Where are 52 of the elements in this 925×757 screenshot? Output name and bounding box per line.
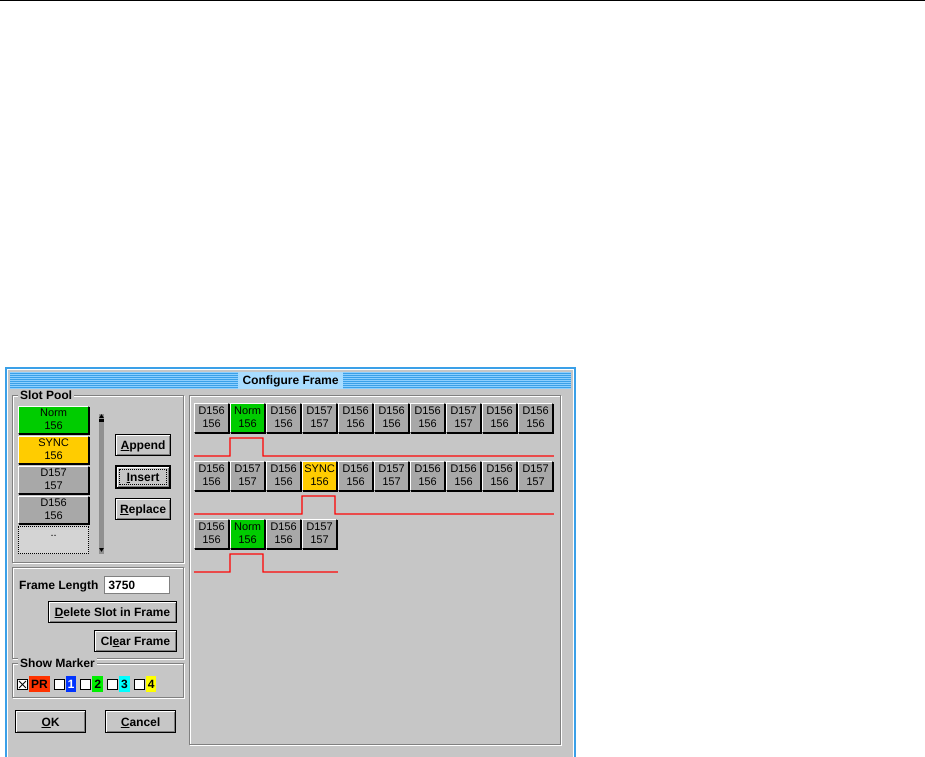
frame-length-field[interactable]: 3750 bbox=[104, 576, 170, 594]
pool-slot[interactable]: .. bbox=[18, 526, 89, 554]
frame-button[interactable]: Clear Frame bbox=[94, 630, 177, 652]
pool-slot[interactable]: D157 157 bbox=[18, 466, 89, 494]
frame-slot[interactable]: D156 156 bbox=[194, 403, 229, 433]
group-title: Show Marker bbox=[18, 657, 97, 670]
frame-slot[interactable]: D157 157 bbox=[302, 519, 337, 549]
frame-slot[interactable]: SYNC 156 bbox=[302, 461, 337, 491]
frame-slot[interactable]: D156 156 bbox=[410, 403, 445, 433]
dialog-button[interactable]: OK bbox=[15, 710, 86, 733]
frame-slot[interactable]: D156 156 bbox=[266, 461, 301, 491]
marker-label: 2 bbox=[92, 676, 104, 692]
checkbox[interactable] bbox=[134, 678, 145, 690]
checkbox[interactable] bbox=[80, 678, 92, 690]
frame-slot[interactable]: D156 156 bbox=[482, 403, 517, 433]
frame-slot[interactable]: D156 156 bbox=[338, 403, 373, 433]
pool-button[interactable]: Append bbox=[115, 434, 172, 456]
frame-slot[interactable]: D156 156 bbox=[518, 403, 553, 433]
frame-slot[interactable]: D156 156 bbox=[266, 519, 301, 549]
frame-slot[interactable]: D156 156 bbox=[194, 519, 229, 549]
frame-slot[interactable]: Norm 156 bbox=[230, 519, 265, 549]
frame-slot[interactable]: D156 156 bbox=[338, 461, 373, 491]
frame-slot[interactable]: D156 156 bbox=[410, 461, 445, 491]
frame-slot[interactable]: D157 157 bbox=[518, 461, 553, 491]
marker-label: 1 bbox=[66, 676, 76, 692]
frame-length-label: Frame Length bbox=[19, 578, 98, 592]
pool-slot[interactable]: Norm 156 bbox=[18, 406, 89, 434]
pool-button[interactable]: Insert bbox=[115, 465, 172, 489]
frame-slot[interactable]: Norm 156 bbox=[230, 403, 265, 433]
frame-slot[interactable]: D157 157 bbox=[230, 461, 265, 491]
marker-label: 4 bbox=[146, 676, 156, 692]
pool-slot[interactable]: D156 156 bbox=[18, 496, 89, 524]
window-title: Configure Frame bbox=[238, 372, 342, 389]
frame-slot[interactable]: D157 157 bbox=[302, 403, 337, 433]
checkbox[interactable] bbox=[107, 678, 118, 690]
frame-slot[interactable]: D156 156 bbox=[374, 403, 409, 433]
frame-slot[interactable]: D156 156 bbox=[482, 461, 517, 491]
scrollbar[interactable] bbox=[98, 414, 105, 554]
marker-label: 3 bbox=[119, 676, 130, 692]
frame-slot[interactable]: D157 157 bbox=[374, 461, 409, 491]
dialog-button[interactable]: Cancel bbox=[105, 710, 176, 733]
frame-slot[interactable]: D156 156 bbox=[194, 461, 229, 491]
frame-slot[interactable]: D156 156 bbox=[266, 403, 301, 433]
checkbox[interactable] bbox=[54, 678, 65, 690]
frame-button[interactable]: Delete Slot in Frame bbox=[48, 601, 177, 623]
group-title: Slot Pool bbox=[18, 389, 74, 402]
checkbox[interactable] bbox=[17, 678, 28, 690]
frame-slot[interactable]: D156 156 bbox=[446, 461, 481, 491]
pool-slot[interactable]: SYNC 156 bbox=[18, 436, 89, 464]
marker-label: PR bbox=[29, 676, 50, 692]
pool-button[interactable]: Replace bbox=[115, 498, 172, 520]
frame-slot[interactable]: D157 157 bbox=[446, 403, 481, 433]
